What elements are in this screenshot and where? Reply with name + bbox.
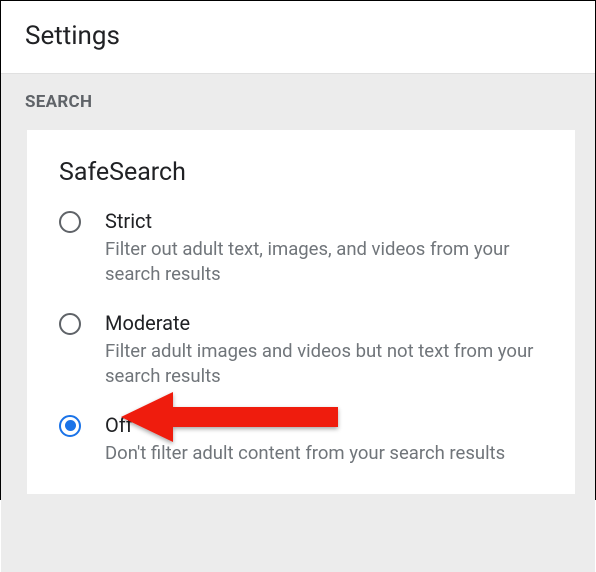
option-text: Off Don't filter adult content from your… [105,413,543,466]
radio-dot-icon [65,420,76,431]
option-moderate[interactable]: Moderate Filter adult images and videos … [59,311,543,389]
radio-moderate[interactable] [59,313,81,335]
option-strict[interactable]: Strict Filter out adult text, images, an… [59,209,543,287]
radio-off[interactable] [59,415,81,437]
search-section: SEARCH SafeSearch Strict Filter out adul… [1,74,595,572]
option-label-strict: Strict [105,209,543,233]
option-label-off: Off [105,413,543,437]
option-off[interactable]: Off Don't filter adult content from your… [59,413,543,466]
page-title: Settings [25,21,571,51]
section-label: SEARCH [1,74,595,130]
radio-strict[interactable] [59,211,81,233]
option-desc-moderate: Filter adult images and videos but not t… [105,339,543,389]
option-text: Moderate Filter adult images and videos … [105,311,543,389]
safesearch-card: SafeSearch Strict Filter out adult text,… [27,130,575,494]
option-label-moderate: Moderate [105,311,543,335]
settings-header: Settings [1,1,595,74]
option-text: Strict Filter out adult text, images, an… [105,209,543,287]
card-title: SafeSearch [59,158,543,187]
option-desc-off: Don't filter adult content from your sea… [105,441,543,466]
option-desc-strict: Filter out adult text, images, and video… [105,237,543,287]
